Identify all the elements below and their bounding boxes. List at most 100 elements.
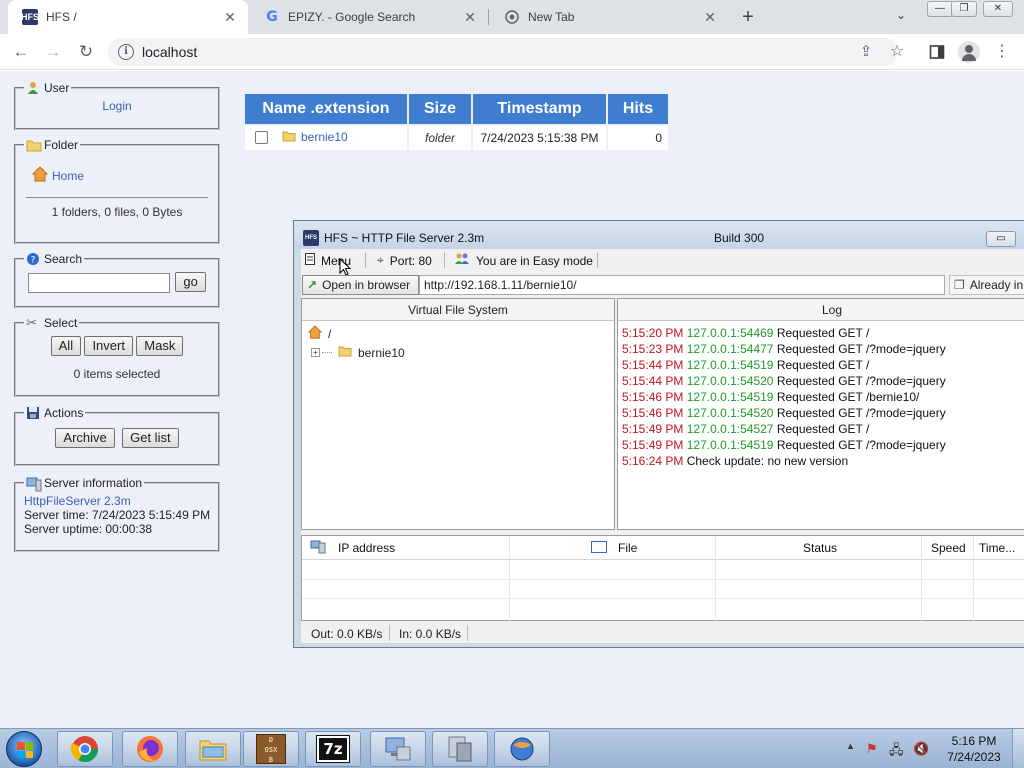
kebab-menu-icon[interactable]: ⋮ xyxy=(991,41,1013,63)
taskbar-dosbox[interactable]: D OSX B xyxy=(243,731,299,767)
connections-list[interactable]: IP address File Status Speed Time... xyxy=(301,535,1024,622)
toolbar-divider xyxy=(365,252,366,268)
tab-new-tab[interactable]: New Tab ✕ xyxy=(490,0,728,34)
expand-icon[interactable]: + xyxy=(311,348,320,357)
col-header-hits[interactable]: Hits xyxy=(608,94,668,124)
get-list-button[interactable]: Get list xyxy=(122,428,179,448)
vfs-root-node[interactable]: / xyxy=(307,325,331,342)
close-icon[interactable]: ✕ xyxy=(462,9,478,25)
log-entry: 5:15:49 PM 127.0.0.1:54527 Requested GET… xyxy=(622,422,869,436)
folder-link[interactable]: bernie10 xyxy=(301,130,348,144)
col-file[interactable]: File xyxy=(618,541,637,555)
address-bar[interactable]: i localhost xyxy=(108,38,898,66)
tray-clock[interactable]: 5:16 PM 7/24/2023 xyxy=(944,733,1004,765)
mask-button[interactable]: Mask xyxy=(136,336,184,356)
row-checkbox[interactable] xyxy=(255,130,268,144)
profile-avatar[interactable] xyxy=(958,41,980,63)
server-info-legend-text: Server information xyxy=(44,476,143,490)
taskbar-server[interactable] xyxy=(432,731,488,767)
clock-time: 5:16 PM xyxy=(951,734,997,748)
log-message: Requested GET /?mode=jquery xyxy=(776,374,946,388)
hfs-minimize-button[interactable]: ▭ xyxy=(986,231,1016,247)
col-speed[interactable]: Speed xyxy=(931,541,966,555)
user-legend: User xyxy=(24,81,71,95)
show-desktop-button[interactable] xyxy=(1012,729,1024,768)
tab-divider xyxy=(488,9,489,25)
mode-button[interactable]: You are in Easy mode xyxy=(454,253,593,268)
mode-label: You are in Easy mode xyxy=(476,253,593,268)
tab-google-search[interactable]: G EPIZY. - Google Search ✕ xyxy=(250,0,488,34)
close-icon[interactable]: ✕ xyxy=(702,9,718,25)
home-link[interactable]: Home xyxy=(52,169,84,183)
tab-hfs[interactable]: HFS HFS / ✕ xyxy=(8,0,248,34)
search-legend: ? Search xyxy=(24,252,84,266)
table-row: bernie10 folder 7/24/2023 5:15:38 PM 0 xyxy=(245,126,668,150)
close-window-button[interactable]: ✕ xyxy=(983,1,1013,17)
taskbar-hfs[interactable] xyxy=(494,731,550,767)
col-header-timestamp[interactable]: Timestamp xyxy=(473,94,606,124)
invert-button[interactable]: Invert xyxy=(84,336,133,356)
log-message: Requested GET / xyxy=(776,326,870,340)
server-icon xyxy=(26,476,42,492)
log-ip: 127.0.0.1:54519 xyxy=(686,358,774,372)
taskbar-explorer[interactable] xyxy=(185,731,241,767)
log-time: 5:15:46 PM xyxy=(622,390,684,404)
statusbar-divider xyxy=(467,625,468,641)
select-all-button[interactable]: All xyxy=(50,336,82,356)
taskbar-firefox[interactable] xyxy=(122,731,178,767)
info-icon[interactable]: i xyxy=(118,44,134,60)
back-icon[interactable]: ← xyxy=(10,41,32,63)
tray-expand-icon[interactable]: ▲ xyxy=(846,741,855,751)
col-status[interactable]: Status xyxy=(803,541,837,555)
vfs-header: Virtual File System xyxy=(302,299,614,321)
log-ip: 127.0.0.1:54477 xyxy=(686,342,774,356)
taskbar-control-panel[interactable] xyxy=(370,731,426,767)
folder-legend-text: Folder xyxy=(44,138,79,152)
close-icon[interactable]: ✕ xyxy=(222,9,238,25)
reload-icon[interactable]: ↻ xyxy=(75,41,97,63)
out-speed: Out: 0.0 KB/s xyxy=(311,627,383,641)
share-icon[interactable]: ⇪ xyxy=(855,41,877,63)
col-header-name[interactable]: Name .extension xyxy=(245,94,407,124)
col-ip-address[interactable]: IP address xyxy=(338,541,395,555)
folder-legend: Folder xyxy=(24,138,80,152)
search-input[interactable] xyxy=(28,272,170,293)
col-header-size[interactable]: Size xyxy=(409,94,471,124)
log-ip: 127.0.0.1:54520 xyxy=(686,374,774,388)
copy-url-button[interactable]: ❐ Already in xyxy=(949,275,1024,295)
home-icon xyxy=(31,166,49,185)
taskbar-chrome[interactable] xyxy=(57,731,113,767)
hfs-product-link[interactable]: HttpFileServer 2.3m xyxy=(24,494,218,508)
chrome-icon xyxy=(504,9,520,25)
go-button[interactable]: go xyxy=(175,272,206,292)
restore-button[interactable]: ❐ xyxy=(951,1,977,17)
flag-icon[interactable]: ⚑ xyxy=(866,741,878,757)
log-pane[interactable]: Log 5:15:20 PM 127.0.0.1:54469 Requested… xyxy=(617,298,1024,530)
server-info-legend: Server information xyxy=(24,476,144,492)
col-time[interactable]: Time... xyxy=(979,541,1015,555)
forward-icon[interactable]: → xyxy=(42,41,64,63)
file-list-header-row: Name .extension Size Timestamp Hits xyxy=(245,94,668,124)
chevron-down-icon[interactable]: ⌄ xyxy=(896,8,906,22)
address-text[interactable]: localhost xyxy=(142,44,197,60)
network-icon[interactable]: 🖧 xyxy=(889,741,904,763)
taskbar-7zip[interactable]: 7z xyxy=(305,731,361,767)
virtual-file-system-pane[interactable]: Virtual File System / + bernie10 xyxy=(301,298,615,530)
hfs-logo-icon: HFS xyxy=(303,230,319,246)
start-button[interactable] xyxy=(6,731,42,767)
connections-header: IP address File Status Speed Time... xyxy=(302,536,1024,560)
volume-muted-icon[interactable]: 🔇 xyxy=(913,741,929,757)
login-link[interactable]: Login xyxy=(102,99,131,113)
archive-button[interactable]: Archive xyxy=(55,428,115,448)
vfs-child-node[interactable]: + bernie10 xyxy=(311,345,405,360)
bookmark-star-icon[interactable]: ☆ xyxy=(886,41,908,63)
file-explorer-icon xyxy=(199,740,227,761)
new-tab-button[interactable]: + xyxy=(737,6,759,29)
url-field[interactable]: http://192.168.1.11/bernie10/ xyxy=(419,275,945,295)
log-time: 5:15:44 PM xyxy=(622,358,684,372)
hfs-titlebar[interactable]: HFS HFS ~ HTTP File Server 2.3m Build 30… xyxy=(294,221,1024,249)
open-in-browser-button[interactable]: ↗ Open in browser xyxy=(302,275,419,295)
port-button[interactable]: ⌖ Port: 80 xyxy=(377,253,432,268)
side-panel-icon[interactable] xyxy=(926,41,948,63)
minimize-button[interactable]: — xyxy=(927,1,953,17)
